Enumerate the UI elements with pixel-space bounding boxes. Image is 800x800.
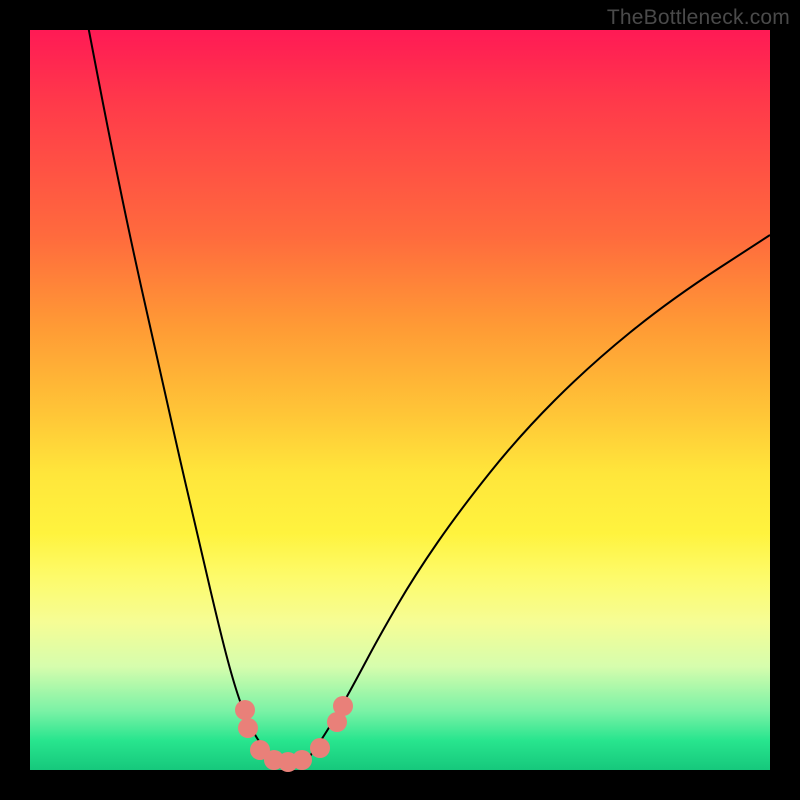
marker-right-dot-1 — [310, 738, 330, 758]
watermark-text: TheBottleneck.com — [607, 6, 790, 30]
marker-right-dot-3 — [333, 696, 353, 716]
marker-left-dot-1 — [235, 700, 255, 720]
valley-markers — [235, 696, 353, 772]
curve-right-branch — [310, 235, 770, 756]
curve-left-branch — [85, 10, 270, 756]
marker-bottom-3 — [292, 750, 312, 770]
marker-left-dot-2 — [238, 718, 258, 738]
chart-frame: TheBottleneck.com — [0, 0, 800, 800]
chart-svg — [30, 30, 770, 770]
